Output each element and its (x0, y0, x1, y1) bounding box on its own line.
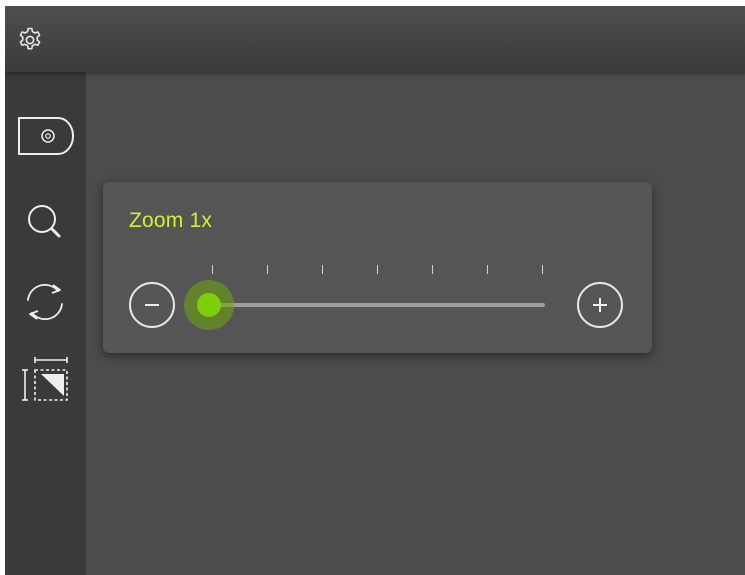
sidebar-item-crop[interactable] (15, 357, 75, 405)
sidebar-item-camera[interactable] (15, 112, 75, 160)
slider-tick (212, 265, 213, 274)
zoom-out-button[interactable] (129, 282, 175, 328)
minus-icon (145, 304, 159, 306)
zoom-in-button[interactable] (577, 282, 623, 328)
zoom-slider[interactable] (179, 259, 557, 330)
slider-tick (377, 265, 378, 274)
slider-tick (322, 265, 323, 274)
slider-thumb-dot (197, 293, 221, 317)
zoom-panel: Zoom 1x (103, 182, 652, 353)
rotate-icon (27, 284, 63, 320)
magnifier-icon (28, 205, 61, 238)
slider-thumb[interactable] (184, 280, 234, 330)
gear-icon (19, 27, 41, 50)
sidebar-item-zoom[interactable] (15, 199, 75, 247)
slider-track[interactable] (209, 303, 545, 307)
top-toolbar (5, 6, 745, 72)
slider-tick (432, 265, 433, 274)
slider-tick (487, 265, 488, 274)
settings-button[interactable] (15, 25, 45, 55)
sidebar (5, 72, 86, 575)
slider-tick (542, 265, 543, 274)
plus-icon (593, 298, 607, 312)
sidebar-item-rotate[interactable] (15, 278, 75, 326)
zoom-level-label: Zoom 1x (129, 209, 213, 232)
crop-icon (22, 357, 68, 401)
slider-tick (267, 265, 268, 274)
camera-icon (18, 117, 74, 155)
